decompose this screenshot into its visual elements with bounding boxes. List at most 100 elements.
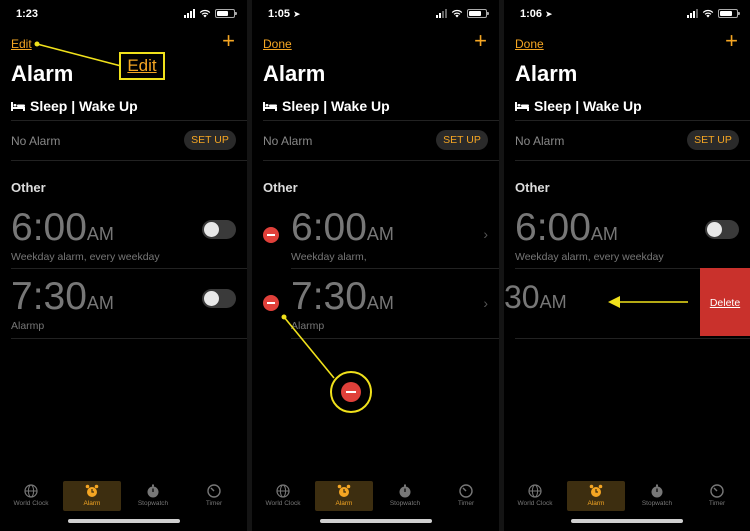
edit-callout: Edit (119, 52, 165, 80)
alarm-time: 7:30 (291, 275, 367, 318)
tab-label: World Clock (265, 500, 301, 507)
tab-label: World Clock (13, 500, 49, 507)
other-section-header: Other (11, 180, 46, 195)
alarm-clock-icon (589, 484, 603, 497)
alarm-label: Alarmp (11, 320, 45, 332)
status-bar: 1:05 ➤ (268, 8, 489, 22)
wifi-icon (702, 9, 714, 18)
sleep-label: Sleep | Wake Up (30, 98, 138, 114)
divider (263, 120, 499, 121)
divider (11, 120, 247, 121)
no-alarm-text: No Alarm (515, 134, 565, 148)
globe-icon (24, 484, 38, 498)
edit-button[interactable]: Edit (11, 37, 32, 51)
no-alarm-text: No Alarm (11, 134, 61, 148)
timer-icon (710, 484, 724, 498)
done-button[interactable]: Done (515, 37, 544, 51)
screen-2: 1:05 ➤ Done + Alarm Sleep | Wake Up No Al… (252, 0, 499, 531)
tab-label: Timer (457, 500, 475, 507)
status-time: 1:05 (268, 8, 291, 20)
battery-icon (215, 9, 237, 18)
wifi-icon (199, 9, 211, 18)
home-indicator (67, 519, 180, 523)
alarm-time: 7:30 (11, 275, 87, 318)
alarm-row[interactable]: 7:30AM Alarmp (11, 277, 247, 332)
other-section-header: Other (263, 180, 298, 195)
tab-alarm[interactable]: Alarm (315, 481, 373, 511)
alarm-ampm: AM (366, 293, 394, 313)
no-alarm-text: No Alarm (263, 134, 313, 148)
done-button[interactable]: Done (263, 37, 292, 51)
alarm-time: 6:00 (291, 206, 367, 249)
alarm-label: Weekday alarm, every weekday (515, 251, 664, 263)
tab-label: Stopwatch (641, 500, 673, 507)
delete-minus-button[interactable] (263, 227, 279, 243)
add-alarm-button[interactable]: + (725, 30, 738, 52)
stopwatch-icon (147, 484, 159, 498)
globe-icon (528, 484, 542, 498)
alarm-label: Weekday alarm, (291, 251, 367, 263)
set-up-button[interactable]: SET UP (184, 130, 236, 150)
alarm-time: 6:00 (515, 206, 591, 249)
status-bar: 1:23 (16, 8, 237, 22)
alarm-row[interactable]: 6:00AM Weekday alarm, every weekday (11, 208, 247, 263)
page-title: Alarm (11, 61, 74, 86)
alarm-time: 6:00 (11, 206, 87, 249)
chevron-right-icon: › (483, 226, 488, 242)
divider (291, 268, 499, 269)
bed-icon (11, 102, 25, 111)
signal-icon (436, 9, 447, 18)
location-icon: ➤ (293, 9, 301, 19)
alarm-time: 30 (504, 279, 540, 315)
tab-world-clock[interactable]: World Clock (506, 481, 564, 511)
divider (11, 338, 247, 339)
tab-world-clock[interactable]: World Clock (2, 481, 60, 511)
set-up-button[interactable]: SET UP (687, 130, 739, 150)
divider (263, 160, 499, 161)
add-alarm-button[interactable]: + (222, 30, 235, 52)
alarm-row[interactable]: 7:30AM Alarmp › (291, 277, 499, 332)
alarm-toggle[interactable] (705, 220, 739, 239)
alarm-row[interactable]: 6:00AM Weekday alarm, every weekday (515, 208, 750, 263)
alarm-label: Alarmp (291, 320, 325, 332)
tab-alarm[interactable]: Alarm (63, 481, 121, 511)
tab-world-clock[interactable]: World Clock (254, 481, 312, 511)
sleep-section-header: Sleep | Wake Up (515, 98, 642, 114)
set-up-button[interactable]: SET UP (436, 130, 488, 150)
home-indicator (571, 519, 683, 523)
tab-alarm[interactable]: Alarm (567, 481, 625, 511)
tab-stopwatch[interactable]: Stopwatch (376, 481, 434, 511)
signal-icon (687, 9, 698, 18)
delete-button[interactable]: Delete (700, 268, 750, 336)
add-alarm-button[interactable]: + (474, 30, 487, 52)
signal-icon (184, 9, 195, 18)
location-icon: ➤ (545, 9, 553, 19)
tab-timer[interactable]: Timer (185, 481, 243, 511)
alarm-ampm: AM (86, 224, 114, 244)
stopwatch-icon (399, 484, 411, 498)
alarm-label: Weekday alarm, every weekday (11, 251, 160, 263)
sleep-label: Sleep | Wake Up (282, 98, 390, 114)
alarm-row[interactable]: 6:00AM Weekday alarm, › (291, 208, 499, 263)
alarm-toggle[interactable] (202, 289, 236, 308)
sleep-section-header: Sleep | Wake Up (11, 98, 138, 114)
divider (515, 160, 750, 161)
divider (291, 338, 499, 339)
tab-timer[interactable]: Timer (437, 481, 495, 511)
tab-timer[interactable]: Timer (688, 481, 746, 511)
alarm-toggle[interactable] (202, 220, 236, 239)
divider (515, 120, 750, 121)
alarm-clock-icon (85, 484, 99, 497)
status-bar: 1:06 ➤ (520, 8, 740, 22)
tab-stopwatch[interactable]: Stopwatch (628, 481, 686, 511)
tab-label: Timer (708, 500, 726, 507)
page-title: Alarm (515, 61, 578, 86)
divider (11, 268, 247, 269)
delete-minus-button[interactable] (263, 295, 279, 311)
chevron-right-icon: › (483, 295, 488, 311)
status-time: 1:23 (16, 8, 39, 20)
alarm-ampm: AM (539, 292, 567, 312)
tab-stopwatch[interactable]: Stopwatch (124, 481, 182, 511)
delete-label: Delete (709, 297, 741, 309)
timer-icon (207, 484, 221, 498)
